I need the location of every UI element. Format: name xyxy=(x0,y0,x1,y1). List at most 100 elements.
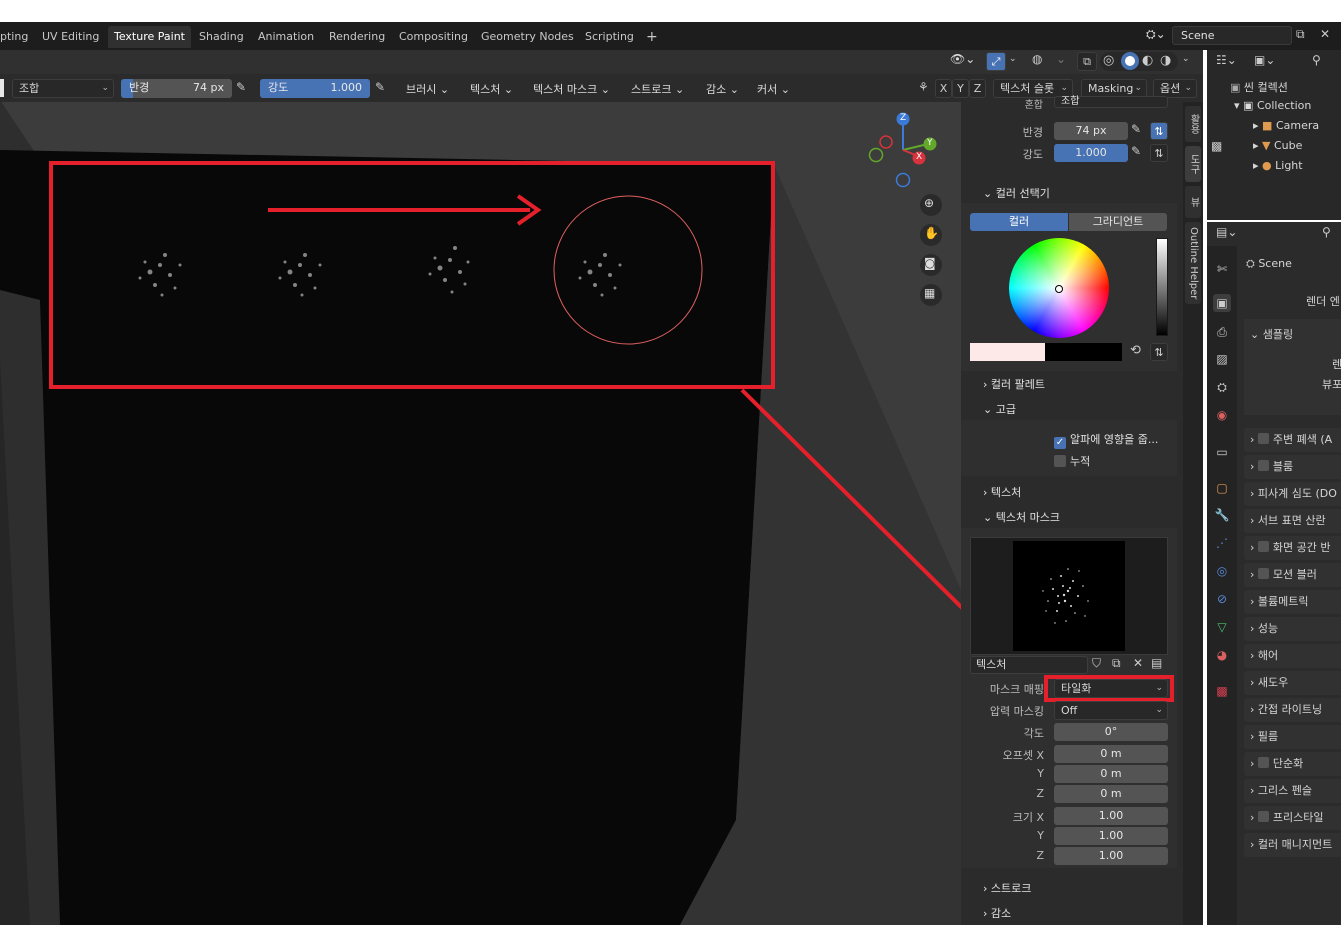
3d-viewport[interactable]: Z Y X ⊕ ✋ ◙ ▦ xyxy=(0,50,961,925)
shading-chevron-icon[interactable]: ⌄ xyxy=(1182,54,1190,64)
perspective-grid-icon[interactable]: ▦ xyxy=(924,286,935,300)
texture-mask-header[interactable]: ⌄ 텍스처 마스크 xyxy=(983,509,1060,525)
view-layer-tab-icon[interactable]: ▨ xyxy=(1213,350,1231,368)
collection-tab-icon[interactable]: ▭ xyxy=(1213,443,1231,461)
scene-collection-item[interactable]: ▣ 씬 컬렉션 xyxy=(1230,79,1288,95)
tab-uv-editing[interactable]: UV Editing xyxy=(36,26,105,48)
color-wheel-cursor[interactable] xyxy=(1055,285,1063,293)
blend-mode-dropdown[interactable]: 조합 ⌄ xyxy=(12,79,114,98)
scene-selector[interactable]: Scene xyxy=(1172,26,1292,45)
menu-texture-mask[interactable]: 텍스처 마스크 ⌄ xyxy=(533,81,610,97)
particles-tab-icon[interactable]: ⋰ xyxy=(1213,534,1231,552)
menu-stroke[interactable]: 스트로크 ⌄ xyxy=(631,81,684,97)
section-color-management[interactable]: › 컬러 매니지먼트 xyxy=(1244,833,1341,857)
section-ambient-occlusion[interactable]: › 주변 폐색 (A xyxy=(1244,428,1341,452)
gizmo-toggle-icon[interactable]: ⤢ xyxy=(986,52,1006,71)
strength-pressure-icon[interactable]: ✎ xyxy=(375,80,385,94)
xray-toggle-icon[interactable]: ⧉ xyxy=(1077,52,1097,71)
radius-unit-icon[interactable]: ⇅ xyxy=(1150,122,1168,140)
tab-shading[interactable]: Shading xyxy=(193,26,250,48)
tab-active-tool[interactable]: 활용 xyxy=(1185,106,1201,142)
editor-type-icon[interactable]: ☷⌄ xyxy=(1216,53,1237,67)
tab-compositing[interactable]: Compositing xyxy=(393,26,474,48)
texture-field[interactable]: 텍스처 xyxy=(970,656,1088,674)
scene-tab-icon[interactable]: ⛭ xyxy=(1213,378,1231,396)
texture-tab-icon[interactable]: ▩ xyxy=(1213,682,1231,700)
pressure-masking-dropdown[interactable]: Off ⌄ xyxy=(1054,701,1168,720)
color-picker-header[interactable]: ⌄ 컬러 선택기 xyxy=(983,185,1050,201)
camera-item[interactable]: ▸ ■ Camera xyxy=(1253,119,1319,132)
section-bloom[interactable]: › 블룸 xyxy=(1244,455,1341,479)
material-shading-icon[interactable]: ◐ xyxy=(1142,53,1153,68)
tab-sculpting[interactable]: pting xyxy=(0,26,34,48)
object-tab-icon[interactable]: ▢ xyxy=(1213,479,1231,497)
xray-icon[interactable]: ⌄ xyxy=(1056,52,1066,66)
copy-scene-icon[interactable]: ⧉ xyxy=(1296,27,1305,42)
properties-type-icon[interactable]: ▤⌄ xyxy=(1216,225,1237,239)
tab-outline-helper[interactable]: Outline Helper xyxy=(1185,222,1201,304)
strength-field[interactable]: 1.000 xyxy=(1054,144,1128,162)
mirror-y-button[interactable]: Y xyxy=(952,79,969,98)
display-mode-icon[interactable]: ▣⌄ xyxy=(1254,53,1275,67)
material-tab-icon[interactable]: ◕ xyxy=(1213,646,1231,664)
fake-user-icon[interactable]: ⛉ xyxy=(1092,656,1101,671)
section-grease-pencil[interactable]: › 그리스 펜슬 xyxy=(1244,779,1341,803)
gizmo-x-label[interactable]: X xyxy=(916,152,922,162)
offset-z-field[interactable]: 0 m xyxy=(1054,785,1168,803)
affect-alpha-checkbox[interactable]: ✓ 알파에 영향을 줍... xyxy=(1054,431,1158,449)
accumulate-checkbox[interactable]: 누적 xyxy=(1054,453,1090,469)
scene-icon[interactable]: ⛭⌄ xyxy=(1146,27,1166,42)
duplicate-icon[interactable]: ⧉ xyxy=(1112,656,1121,671)
falloff-header[interactable]: › 감소 xyxy=(983,905,1011,921)
angle-field[interactable]: 0° xyxy=(1054,723,1168,741)
browse-texture-icon[interactable]: ▤ xyxy=(1151,656,1162,670)
tab-geometry-nodes[interactable]: Geometry Nodes xyxy=(475,26,580,48)
tab-gradient[interactable]: 그라디언트 xyxy=(1069,213,1167,231)
cube-item[interactable]: ▸ ▼ Cube xyxy=(1253,139,1302,152)
add-workspace-button[interactable]: + xyxy=(640,26,664,48)
section-hair[interactable]: › 해어 xyxy=(1244,644,1341,668)
menu-brush[interactable]: 브러시 ⌄ xyxy=(406,81,449,97)
radius-pressure-icon[interactable]: ✎ xyxy=(236,80,246,94)
tab-animation[interactable]: Animation xyxy=(252,26,320,48)
camera-view-icon[interactable]: ◙ xyxy=(924,256,936,270)
mirror-z-button[interactable]: Z xyxy=(969,79,986,98)
advanced-header[interactable]: ⌄ 고급 xyxy=(983,401,1016,417)
color-palette-header[interactable]: › 컬러 팔레트 xyxy=(983,376,1045,392)
section-performance[interactable]: › 성능 xyxy=(1244,617,1341,641)
properties-search-icon[interactable]: ⚲ xyxy=(1322,225,1331,239)
wireframe-shading-icon[interactable]: ◎ xyxy=(1103,53,1114,68)
swap-colors-icon[interactable]: ⟲ xyxy=(1130,343,1141,358)
data-tab-icon[interactable]: ▽ xyxy=(1213,618,1231,636)
gizmo-y-label[interactable]: Y xyxy=(927,138,933,148)
color-pressure-icon[interactable]: ⇅ xyxy=(1150,343,1168,361)
section-screen-space-reflections[interactable]: › 화면 공간 반 xyxy=(1244,536,1341,560)
light-item[interactable]: ▸ ● Light xyxy=(1253,159,1303,172)
gizmo-z-label[interactable]: Z xyxy=(900,113,906,123)
collection-item[interactable]: ▾ ▣ Collection xyxy=(1234,99,1311,112)
physics-tab-icon[interactable]: ◎ xyxy=(1213,562,1231,580)
strength-pressure-icon-2[interactable]: ✎ xyxy=(1131,144,1141,158)
stroke-header[interactable]: › 스트로크 xyxy=(983,880,1031,896)
constraints-tab-icon[interactable]: ⊘ xyxy=(1213,590,1231,608)
menu-cursor[interactable]: 커서 ⌄ xyxy=(757,81,790,97)
overlay-icon[interactable]: ◍ xyxy=(1032,52,1042,66)
section-film[interactable]: › 필름 xyxy=(1244,725,1341,749)
section-freestyle[interactable]: › 프리스타일 xyxy=(1244,806,1341,830)
secondary-color-swatch[interactable] xyxy=(1045,343,1122,361)
tab-scripting[interactable]: Scripting xyxy=(579,26,640,48)
search-icon[interactable]: ⚲ xyxy=(1312,53,1321,67)
visibility-icon[interactable]: 👁⌄ xyxy=(950,52,975,66)
offset-y-field[interactable]: 0 m xyxy=(1054,765,1168,783)
sampling-header[interactable]: ⌄ 샘플링 xyxy=(1250,326,1293,342)
tab-color[interactable]: 컬러 xyxy=(970,213,1068,231)
tab-rendering[interactable]: Rendering xyxy=(323,26,391,48)
primary-color-swatch[interactable] xyxy=(970,343,1045,361)
texture-mask-preview[interactable] xyxy=(1013,541,1125,651)
strength-slider[interactable]: 강도 1.000 xyxy=(260,79,370,98)
size-y-field[interactable]: 1.00 xyxy=(1054,827,1168,845)
render-tab-icon[interactable]: ▣ xyxy=(1213,294,1231,312)
modifier-tab-icon[interactable]: 🔧 xyxy=(1213,506,1231,524)
tab-view[interactable]: 뷰 xyxy=(1185,186,1201,218)
rendered-shading-icon[interactable]: ◑ xyxy=(1160,53,1171,68)
